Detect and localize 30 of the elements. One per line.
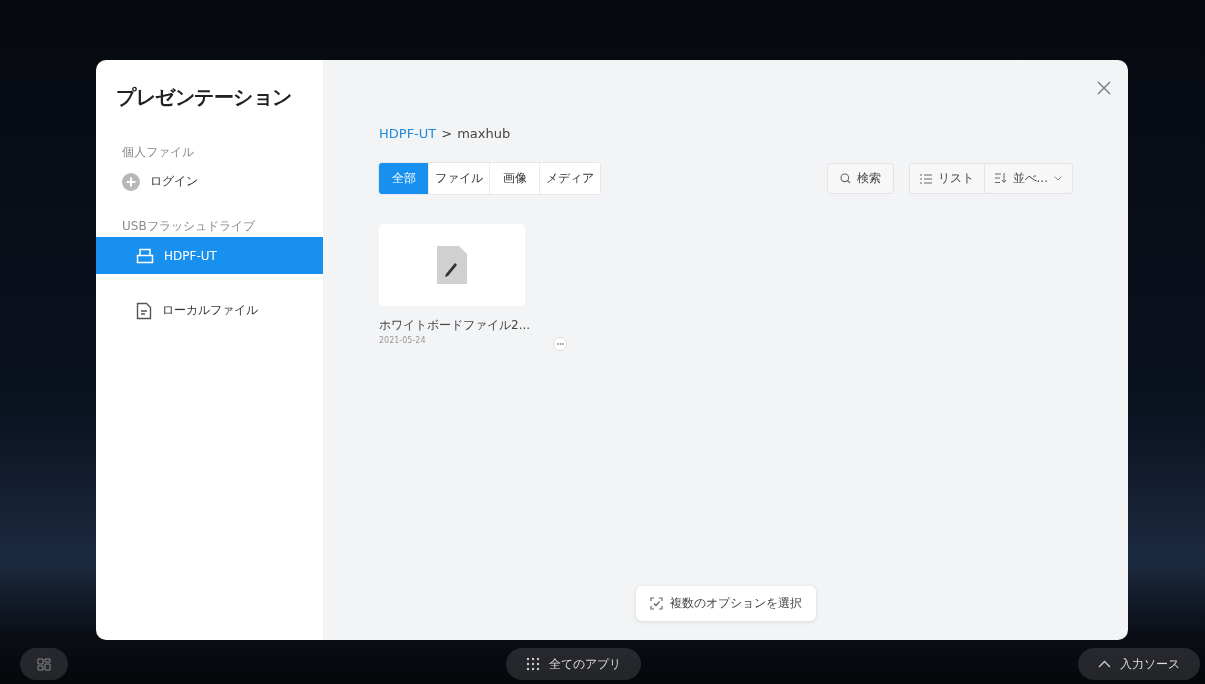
chevron-down-icon <box>1054 176 1062 181</box>
document-icon <box>136 301 152 320</box>
plus-circle-icon <box>122 172 140 191</box>
list-view-button[interactable]: リスト <box>909 164 984 193</box>
breadcrumb-separator: > <box>441 126 453 141</box>
multi-select-button[interactable]: 複数のオプションを選択 <box>635 586 816 621</box>
search-button[interactable]: 検索 <box>826 163 894 194</box>
all-apps-button[interactable]: 全てのアプリ <box>505 648 641 680</box>
sort-button[interactable]: 並べ... <box>983 164 1072 193</box>
dialog-title: プレゼンテーション <box>116 84 293 111</box>
select-frame-icon <box>649 597 663 610</box>
sort-icon <box>994 173 1007 184</box>
grid-icon <box>37 657 51 671</box>
search-icon <box>839 173 851 184</box>
file-thumbnail[interactable] <box>379 224 525 306</box>
more-button[interactable] <box>553 337 567 351</box>
file-date: 2021-05-24 <box>379 336 427 345</box>
file-name: ホワイトボードファイル2... <box>379 317 531 334</box>
dots-grid-icon <box>525 657 540 671</box>
section-heading: USBフラッシュドライブ <box>122 218 256 235</box>
section-heading: 個人ファイル <box>122 144 195 161</box>
breadcrumb-current: maxhub <box>457 126 511 141</box>
windows-button[interactable] <box>20 648 68 680</box>
sidebar-item[interactable]: ローカルファイル <box>96 292 323 329</box>
chevron-up-icon <box>1098 660 1111 668</box>
sidebar-item[interactable]: ログイン <box>96 163 323 200</box>
drive-icon <box>136 247 154 264</box>
input-source-button[interactable]: 入力ソース <box>1078 648 1200 680</box>
list-icon <box>919 173 932 184</box>
whiteboard-file-icon <box>437 246 467 284</box>
